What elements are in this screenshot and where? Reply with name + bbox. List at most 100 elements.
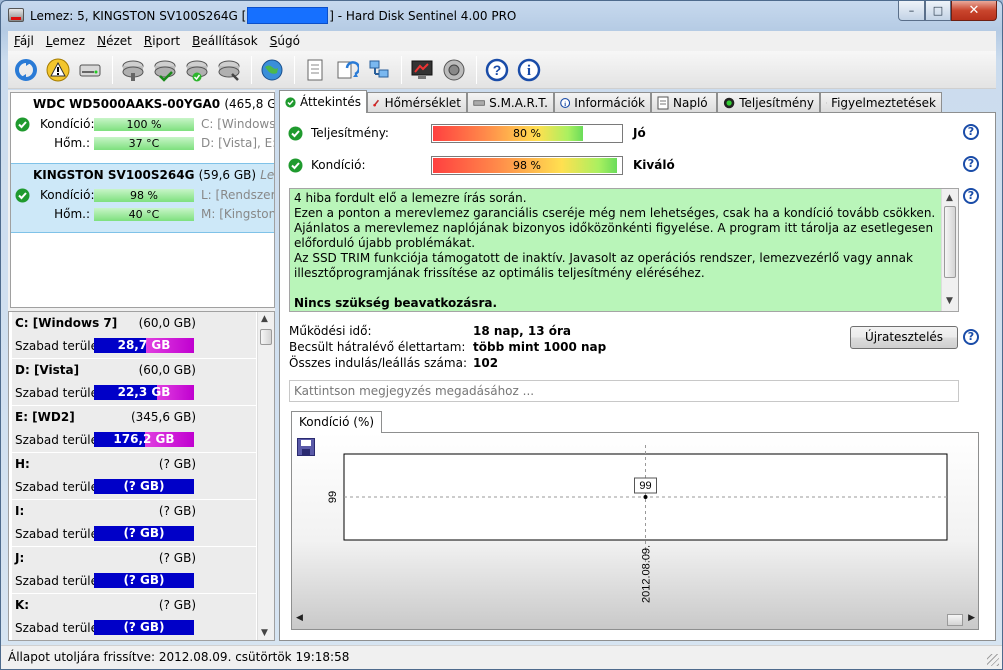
gauge-icon [723,97,735,108]
left-panel: WDC WD5000AAKS-00YGA0 (465,8 GB) Le Kond… [8,90,275,641]
menu-view[interactable]: Nézet [91,34,138,48]
drive-button[interactable] [75,55,105,85]
scrollbar-thumb[interactable] [260,329,272,345]
volume-entry[interactable]: E: [WD2] (345,6 GB) Szabad terület 176,2 GB… [12,406,274,453]
lifetime-label: Becsült hátralévő élettartam: [289,340,466,354]
disk-tool-icon [122,60,144,81]
scroll-down-icon[interactable]: ▼ [946,294,953,309]
window-title-prefix: Lemez: 5, KINGSTON SV100S264G [ [30,8,247,23]
partition-info: L: [Rendszer s [201,188,275,202]
refresh-icon [15,58,37,81]
chart-scrollbar[interactable]: ◀ ▶ [293,613,977,628]
temperature-bar: 40 °C [94,208,194,221]
tab-alerts[interactable]: Figyelmeztetések [820,92,942,112]
retest-button[interactable]: Újratesztelés [850,326,958,349]
monitor-icon [411,60,433,79]
menu-help[interactable]: Súgó [264,34,306,48]
tab-information[interactable]: i Információk [554,92,651,112]
log-icon [657,96,669,109]
close-button[interactable]: ✕ [951,1,997,21]
scrollbar-thumb[interactable] [944,206,956,278]
disk-entry-wdc[interactable]: WDC WD5000AAKS-00YGA0 (465,8 GB) Le Kond… [11,93,274,163]
menu-disk[interactable]: Lemez [40,34,91,48]
volume-size: (60,0 GB) [138,363,196,377]
ok-check-icon [15,117,30,132]
condition-chart: 99 99 2012.08.09. ◀ ▶ [291,432,979,630]
app-window: Lemez: 5, KINGSTON SV100S264G [ ] - Hard… [0,0,1003,670]
volume-size: (? GB) [158,504,196,518]
help-icon[interactable]: ? [963,329,979,345]
tab-overview[interactable]: Áttekintés [279,90,367,113]
data-point [643,495,648,499]
disk-title: WDC WD5000AAKS-00YGA0 (465,8 GB) Le [33,97,274,111]
menu-settings[interactable]: Beállítások [186,34,264,48]
title-bar[interactable]: Lemez: 5, KINGSTON SV100S264G [ ] - Hard… [1,1,1002,30]
disk-entry-kingston[interactable]: KINGSTON SV100S264G (59,6 GB) Lemez: 5 K… [11,163,274,233]
help-icon[interactable]: ? [963,156,979,172]
tab-performance[interactable]: Teljesítmény [717,92,820,112]
volume-name: K: [15,598,30,612]
free-space-bar: (? GB) [94,479,194,494]
help-icon[interactable]: ? [963,124,979,140]
performance-rating: Jó [633,126,646,140]
scroll-down-icon[interactable]: ▼ [261,628,268,638]
app-icon[interactable] [8,8,24,22]
free-space-label: Szabad terület [15,621,103,635]
disk-check-button[interactable] [150,55,180,85]
condition-row: Kondíció: 98 % Kiváló [288,155,675,175]
overview-panel: Teljesítmény: 80 % Jó ? Kondíció: 98 % K… [279,112,996,641]
volume-size: (345,6 GB) [130,410,196,424]
disk-tool-button[interactable] [118,55,148,85]
tab-temperature[interactable]: Hőmérséklet [367,92,467,112]
info-button[interactable]: i [514,55,544,85]
scroll-up-icon[interactable]: ▲ [261,314,268,324]
scroll-right-icon[interactable]: ▶ [968,613,975,623]
minimize-button[interactable]: – [898,1,925,21]
svg-text:i: i [564,100,566,107]
volume-entry[interactable]: H:(? GB)Szabad terület(? GB)Lemez: 1 [12,453,274,500]
web-button[interactable] [257,55,287,85]
comment-field[interactable]: Kattintson megjegyzés megadásához ... [289,380,959,402]
speaker-icon [443,59,465,80]
sync-button[interactable] [332,55,362,85]
sound-button[interactable] [439,55,469,85]
status-text: Állapot utoljára frissítve: 2012.08.09. … [8,650,350,664]
tab-log[interactable]: Napló [651,92,717,112]
scroll-up-icon[interactable]: ▲ [946,191,953,206]
resize-grip[interactable] [987,654,999,666]
network-button[interactable] [364,55,394,85]
free-space-label: Szabad terület [15,433,103,447]
menu-file[interactable]: Fájl [8,34,40,48]
message-line: 4 hiba fordult elő a lemezre írás során. [294,191,527,205]
partition-info: D: [Vista], E: [ [201,136,274,150]
menu-report[interactable]: Riport [138,34,186,48]
drive-icon [79,64,101,76]
help-icon[interactable]: ? [963,188,979,204]
chart-tab-condition[interactable]: Kondíció (%) [291,411,383,433]
disk-scan-button[interactable] [214,55,244,85]
volume-entry[interactable]: K:(? GB)Szabad terület(? GB)Lemez: 4 [12,594,274,640]
maximize-button[interactable]: □ [925,1,951,21]
menu-bar: Fájl Lemez Nézet Riport Beállítások Súgó [8,31,996,51]
lifetime-value: több mint 1000 nap [473,340,607,354]
report-button[interactable] [300,55,330,85]
refresh-button[interactable] [11,55,41,85]
disk-ok-button[interactable] [182,55,212,85]
free-space-bar: 28,7 GB [94,338,194,353]
volume-entry[interactable]: J:(? GB)Szabad terület(? GB)Lemez: 3 [12,547,274,594]
volume-size: (? GB) [158,551,196,565]
scrollbar-thumb[interactable] [947,614,963,626]
help-button[interactable]: ? [482,55,512,85]
volume-scrollbar[interactable]: ▲ ▼ [257,312,274,640]
volume-entry[interactable]: I:(? GB)Szabad terület(? GB)Lemez: 2 [12,500,274,547]
scroll-left-icon[interactable]: ◀ [296,613,303,623]
volume-size: (? GB) [158,457,196,471]
volume-entry[interactable]: D: [Vista] (60,0 GB) Szabad terület 22,3 GB… [12,359,274,406]
free-space-bar: 22,3 GB [94,385,194,400]
monitor-button[interactable] [407,55,437,85]
volume-entry[interactable]: C: [Windows 7] (60,0 GB) Szabad terület 28,… [12,312,274,359]
alert-button[interactable] [43,55,73,85]
message-scrollbar[interactable]: ▲ ▼ [941,189,958,311]
save-icon[interactable] [297,438,315,456]
tab-smart[interactable]: S.M.A.R.T. [467,92,554,112]
